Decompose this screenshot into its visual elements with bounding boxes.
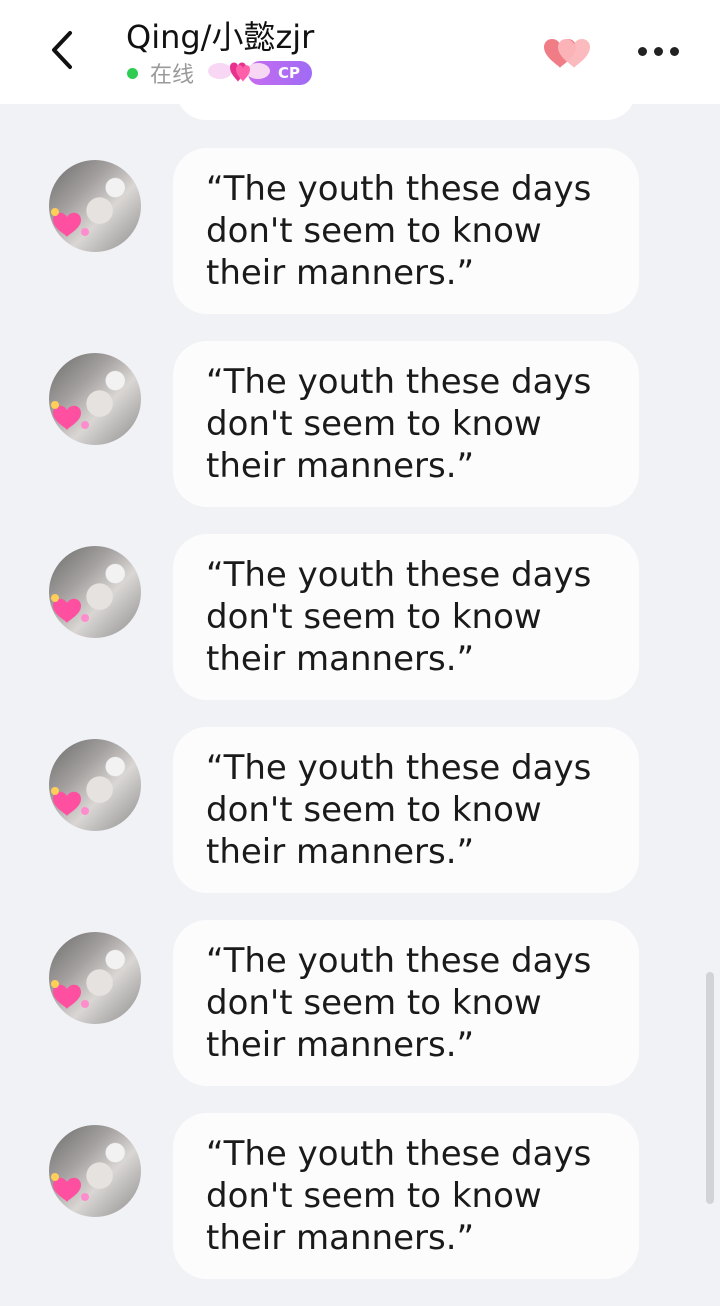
more-dots-icon bbox=[637, 46, 647, 56]
contact-avatar[interactable] bbox=[49, 932, 141, 1024]
more-options-button[interactable] bbox=[632, 36, 684, 66]
message-row: “The youth these days don't seem to know… bbox=[0, 148, 720, 341]
contact-avatar[interactable] bbox=[49, 1125, 141, 1217]
message-row: “The youth these days don't seem to know… bbox=[0, 1113, 720, 1306]
chevron-left-icon bbox=[52, 31, 72, 69]
avatar-frame-heart-icon bbox=[51, 787, 89, 816]
message-bubble[interactable]: “The youth these days don't seem to know… bbox=[173, 341, 639, 507]
more-dot bbox=[653, 46, 663, 56]
status-text: 在线 bbox=[150, 63, 195, 88]
message-row: “The youth these days don't seem to know… bbox=[0, 727, 720, 920]
avatar-frame-heart-icon bbox=[51, 1173, 89, 1202]
winged-heart-icon bbox=[208, 62, 271, 82]
message-bubble[interactable]: “The youth these days don't seem to know… bbox=[173, 148, 639, 314]
message-row: “The youth these days don't seem to know… bbox=[0, 920, 720, 1113]
contact-avatar[interactable] bbox=[49, 546, 141, 638]
scrollbar[interactable] bbox=[706, 972, 714, 1204]
message-list: “The youth these days don't seem to know… bbox=[0, 148, 720, 1306]
avatar-frame-heart-icon bbox=[51, 208, 89, 237]
back-button[interactable] bbox=[40, 26, 84, 74]
contact-name[interactable]: Qing/小懿zjr bbox=[126, 12, 314, 58]
message-bubble[interactable]: “The youth these days don't seem to know… bbox=[173, 1113, 639, 1279]
message-bubble[interactable]: “The youth these days don't seem to know… bbox=[173, 534, 639, 700]
contact-avatar[interactable] bbox=[49, 160, 141, 252]
avatar-frame-heart-icon bbox=[51, 594, 89, 623]
online-status-dot bbox=[127, 67, 138, 79]
contact-avatar[interactable] bbox=[49, 739, 141, 831]
avatar-frame-heart-icon bbox=[51, 980, 89, 1009]
message-bubble[interactable]: “The youth these days don't seem to know… bbox=[173, 920, 639, 1086]
cp-badge[interactable]: CP bbox=[208, 59, 314, 87]
more-dot bbox=[669, 46, 679, 56]
contact-avatar[interactable] bbox=[49, 353, 141, 445]
message-row: “The youth these days don't seem to know… bbox=[0, 341, 720, 534]
message-bubble[interactable]: “The youth these days don't seem to know… bbox=[173, 727, 639, 893]
chat-header: Qing/小懿zjr 在线 CP bbox=[0, 0, 720, 104]
double-heart-icon[interactable] bbox=[540, 32, 596, 72]
message-row: “The youth these days don't seem to know… bbox=[0, 534, 720, 727]
status-row: 在线 CP bbox=[126, 58, 314, 88]
avatar-frame-heart-icon bbox=[51, 401, 89, 430]
